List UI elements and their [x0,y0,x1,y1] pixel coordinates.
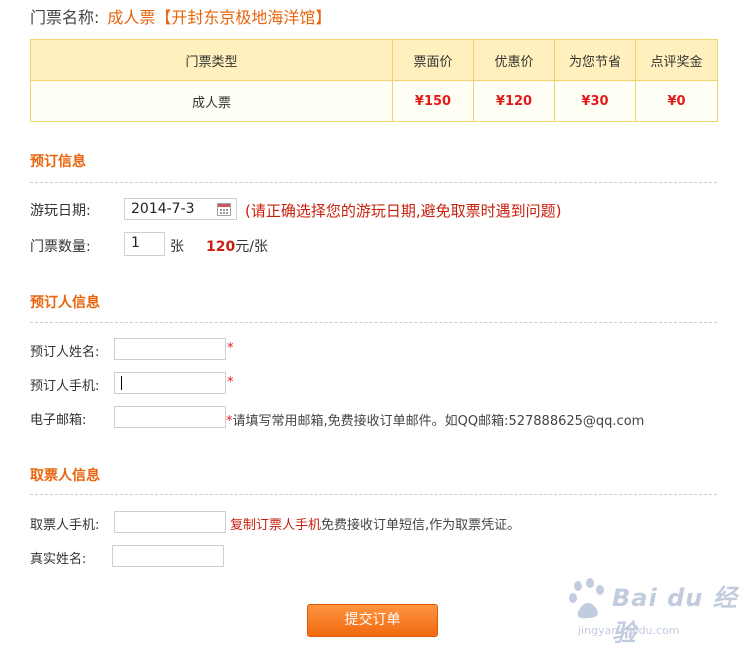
text-caret [121,376,122,390]
section-title-booking: 预订信息 [30,154,86,170]
pickup-phone-input[interactable] [114,511,226,533]
unit-price: 120元/张 [206,236,268,256]
email-label: 电子邮箱: [30,413,87,428]
unit-price-value: 120 [206,239,236,255]
ticket-qty-label: 门票数量: [30,239,91,255]
section-title-booker: 预订人信息 [30,295,100,311]
ticket-name-label: 门票名称: [30,8,100,27]
paw-logo-icon [569,578,604,619]
submit-order-button[interactable]: 提交订单 [307,604,438,637]
ticket-qty-unit: 张 [170,239,184,255]
email-hint-text: 请填写常用邮箱,免费接收订单邮件。如QQ邮箱:527888625@qq.com [232,414,645,429]
col-savings: 为您节省 [554,39,636,81]
real-name-label: 真实姓名: [30,552,87,567]
ticket-qty-value: 1 [131,235,140,251]
cell-savings: ¥30 [554,80,636,122]
real-name-input[interactable] [112,545,224,567]
price-table: 门票类型 票面价 优惠价 为您节省 点评奖金 成人票 ¥150 ¥120 ¥30… [30,39,718,122]
email-input[interactable] [114,406,226,428]
table-row: 成人票 ¥150 ¥120 ¥30 ¥0 [30,80,718,122]
baidu-jingyan-watermark: Bai du 经验 jingyan.baidu.com [568,578,738,656]
booker-phone-label: 预订人手机: [30,379,100,394]
play-date-value: 2014-7-3 [131,201,195,217]
booker-phone-input[interactable] [114,372,226,394]
play-date-hint: (请正确选择您的游玩日期,避免取票时遇到问题) [245,202,562,220]
copy-booker-phone-link[interactable]: 复制订票人手机 [230,518,321,533]
section-divider [30,494,717,495]
pickup-phone-hint: 复制订票人手机免费接收订单短信,作为取票凭证。 [230,514,520,533]
cell-discount-price: ¥120 [473,80,555,122]
booker-name-input[interactable] [114,338,226,360]
watermark-url: jingyan.baidu.com [578,624,680,637]
required-mark: * [227,375,234,390]
col-face-price: 票面价 [392,39,474,81]
play-date-label: 游玩日期: [30,203,91,219]
cell-review-bonus: ¥0 [635,80,718,122]
col-discount-price: 优惠价 [473,39,555,81]
email-hint: *请填写常用邮箱,免费接收订单邮件。如QQ邮箱:527888625@qq.com [226,410,644,429]
calendar-icon[interactable] [217,203,231,216]
watermark-brand: Bai du 经验 [612,584,738,647]
pickup-phone-hint-text: 免费接收订单短信,作为取票凭证。 [321,518,521,533]
section-divider [30,322,717,323]
required-mark: * [227,341,234,356]
ticket-name-row: 门票名称: 成人票【开封东京极地海洋馆】 [30,6,331,30]
col-ticket-type: 门票类型 [30,39,393,81]
booker-name-label: 预订人姓名: [30,345,100,360]
cell-face-price: ¥150 [392,80,474,122]
pickup-phone-label: 取票人手机: [30,518,100,533]
section-divider [30,182,717,183]
price-table-header-row: 门票类型 票面价 优惠价 为您节省 点评奖金 [30,39,718,81]
cell-ticket-type: 成人票 [30,80,393,122]
unit-price-suffix: 元/张 [235,239,268,255]
ticket-name-value: 成人票【开封东京极地海洋馆】 [107,8,332,27]
section-title-pickup: 取票人信息 [30,468,100,484]
col-review-bonus: 点评奖金 [635,39,718,81]
ticket-qty-input[interactable]: 1 [124,232,165,256]
